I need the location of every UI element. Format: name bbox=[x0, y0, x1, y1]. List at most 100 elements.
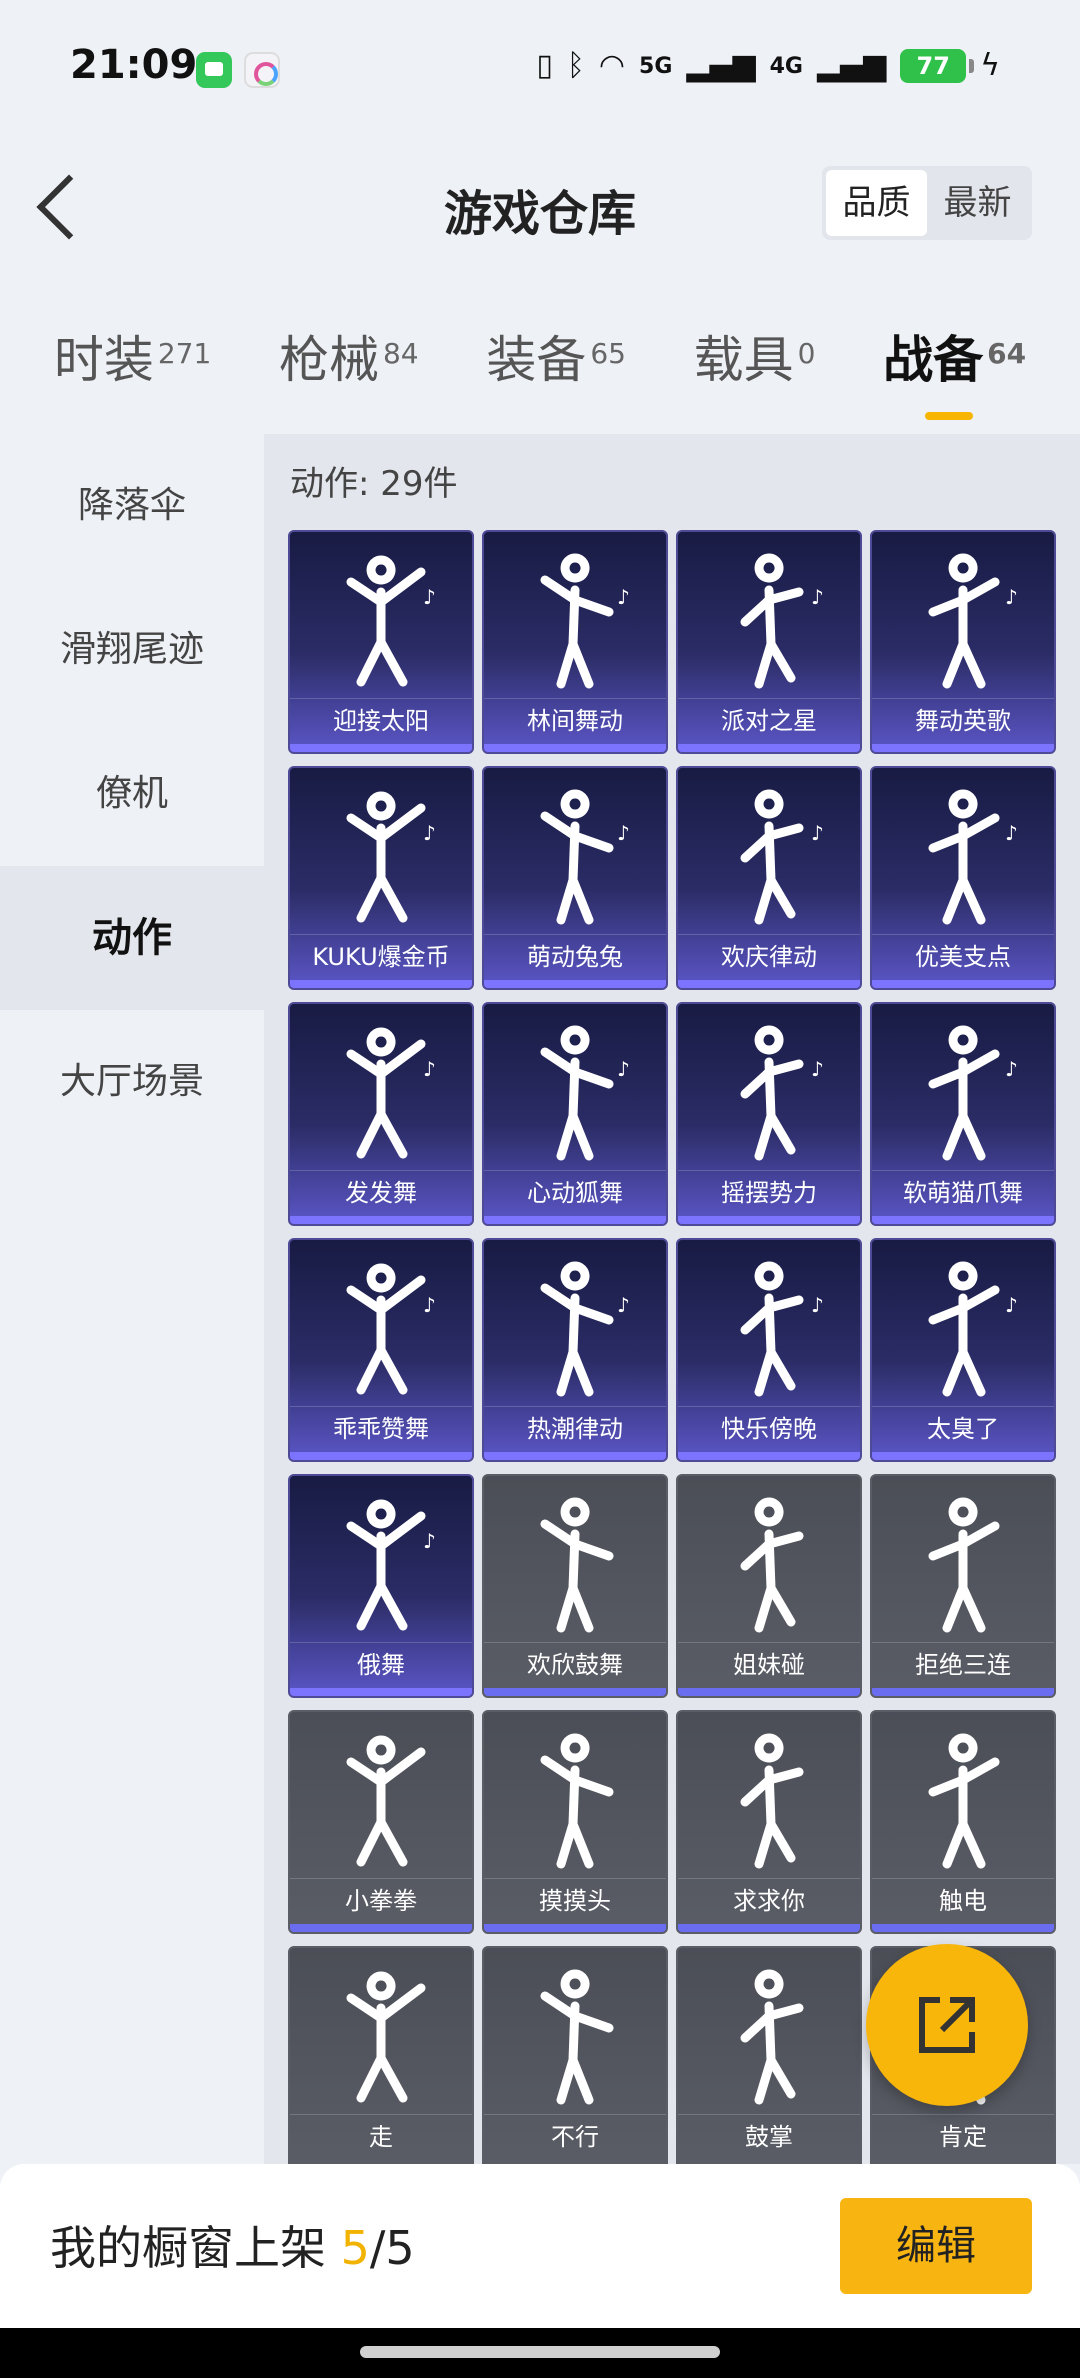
tab-count: 84 bbox=[382, 337, 419, 370]
emote-pose-icon: ♪ bbox=[540, 1261, 630, 1397]
card-bottom-stripe bbox=[678, 1216, 860, 1224]
emote-pose-icon: ♪ bbox=[928, 553, 1018, 689]
card-bottom-stripe bbox=[484, 1688, 666, 1696]
emote-card[interactable]: ♪ 乖乖赞舞 bbox=[288, 1238, 474, 1462]
music-note-icon: ♪ bbox=[811, 821, 824, 845]
vibrate-icon: ▯ bbox=[536, 48, 553, 83]
emote-pose-icon: ♪ bbox=[740, 553, 824, 689]
emote-card[interactable]: 鼓掌 bbox=[676, 1946, 862, 2164]
emote-card[interactable]: ♪ 心动狐舞 bbox=[482, 1002, 668, 1226]
emote-label: 拒绝三连 bbox=[872, 1642, 1054, 1686]
tab-count: 65 bbox=[590, 337, 626, 370]
emote-label: 发发舞 bbox=[290, 1170, 472, 1214]
tab-count: 64 bbox=[987, 337, 1027, 370]
sidebar-item-wingman[interactable]: 僚机 bbox=[0, 722, 264, 866]
shelf-current: 5 bbox=[340, 2221, 370, 2275]
emote-card[interactable]: ♪ 软萌猫爪舞 bbox=[870, 1002, 1056, 1226]
emote-card[interactable]: ♪ 派对之星 bbox=[676, 530, 862, 754]
emote-card[interactable]: 走 bbox=[288, 1946, 474, 2164]
emote-card[interactable]: ♪ 迎接太阳 bbox=[288, 530, 474, 754]
wifi-icon: ◠ bbox=[598, 48, 626, 83]
emote-card[interactable]: 姐妹碰 bbox=[676, 1474, 862, 1698]
emote-pose-icon: ♪ bbox=[740, 789, 824, 925]
emote-card[interactable]: ♪ 欢庆律动 bbox=[676, 766, 862, 990]
music-note-icon: ♪ bbox=[811, 585, 824, 609]
emote-card[interactable]: 摸摸头 bbox=[482, 1710, 668, 1934]
tab-guns[interactable]: 枪械 84 bbox=[279, 310, 419, 410]
emote-card[interactable]: 不行 bbox=[482, 1946, 668, 2164]
sidebar-item-emotes[interactable]: 动作 bbox=[0, 866, 264, 1010]
sidebar-item-lobby-scene[interactable]: 大厅场景 bbox=[0, 1010, 264, 1154]
card-bottom-stripe bbox=[872, 1216, 1054, 1224]
emote-card[interactable]: ♪ 优美支点 bbox=[870, 766, 1056, 990]
shelf-label: 我的橱窗上架 bbox=[50, 2221, 341, 2275]
sort-option-newest[interactable]: 最新 bbox=[927, 170, 1028, 236]
home-gesture-handle[interactable] bbox=[360, 2346, 720, 2358]
bottom-bar: 我的橱窗上架 5/5 编辑 bbox=[0, 2164, 1080, 2328]
header: 游戏仓库 品质 最新 bbox=[0, 150, 1080, 260]
emote-card[interactable]: 触电 bbox=[870, 1710, 1056, 1934]
emote-card[interactable]: 求求你 bbox=[676, 1710, 862, 1934]
card-bottom-stripe bbox=[484, 1452, 666, 1460]
charging-icon: ϟ bbox=[980, 48, 1000, 83]
card-bottom-stripe bbox=[290, 980, 472, 988]
emote-label: 求求你 bbox=[678, 1878, 860, 1922]
emote-card[interactable]: 小拳拳 bbox=[288, 1710, 474, 1934]
emote-label: 欢庆律动 bbox=[678, 934, 860, 978]
emote-card[interactable]: 欢欣鼓舞 bbox=[482, 1474, 668, 1698]
edit-button[interactable]: 编辑 bbox=[840, 2198, 1032, 2294]
music-note-icon: ♪ bbox=[423, 1293, 436, 1317]
card-bottom-stripe bbox=[872, 980, 1054, 988]
emote-card[interactable]: ♪ 舞动英歌 bbox=[870, 530, 1056, 754]
emote-card[interactable]: ♪ KUKU爆金币 bbox=[288, 766, 474, 990]
tab-equipment[interactable]: 装备 65 bbox=[486, 310, 626, 410]
tab-label: 战备 bbox=[883, 331, 984, 389]
emote-pose-icon: ♪ bbox=[740, 1261, 824, 1397]
emote-card[interactable]: ♪ 快乐傍晚 bbox=[676, 1238, 862, 1462]
emote-card[interactable]: ♪ 发发舞 bbox=[288, 1002, 474, 1226]
music-note-icon: ♪ bbox=[423, 585, 436, 609]
sidebar-item-parachute[interactable]: 降落伞 bbox=[0, 434, 264, 578]
emote-pose-icon: ♪ bbox=[928, 789, 1018, 925]
game-app-icon bbox=[244, 52, 280, 88]
tab-fashion[interactable]: 时装 271 bbox=[54, 310, 211, 410]
emote-card[interactable]: ♪ 俄舞 bbox=[288, 1474, 474, 1698]
tab-combat-prep[interactable]: 战备 64 bbox=[883, 310, 1027, 420]
sort-option-quality[interactable]: 品质 bbox=[826, 170, 927, 236]
emote-card[interactable]: ♪ 萌动兔兔 bbox=[482, 766, 668, 990]
card-bottom-stripe bbox=[290, 1924, 472, 1932]
emote-label: 优美支点 bbox=[872, 934, 1054, 978]
emote-pose-icon bbox=[928, 1497, 1000, 1633]
card-bottom-stripe bbox=[290, 1216, 472, 1224]
emote-pose-icon: ♪ bbox=[346, 555, 436, 687]
music-note-icon: ♪ bbox=[1005, 585, 1018, 609]
emote-pose-icon: ♪ bbox=[346, 1027, 436, 1159]
card-bottom-stripe bbox=[872, 1452, 1054, 1460]
emote-pose-icon: ♪ bbox=[928, 1025, 1018, 1161]
emote-label: 快乐傍晚 bbox=[678, 1406, 860, 1450]
sort-toggle[interactable]: 品质 最新 bbox=[822, 166, 1032, 240]
tab-label: 枪械 bbox=[278, 331, 379, 389]
card-bottom-stripe bbox=[872, 1924, 1054, 1932]
emote-card[interactable]: 拒绝三连 bbox=[870, 1474, 1056, 1698]
bluetooth-icon: ᛒ bbox=[566, 48, 585, 83]
sidebar-item-glide-trail[interactable]: 滑翔尾迹 bbox=[0, 578, 264, 722]
emote-pose-icon bbox=[540, 1497, 614, 1633]
emote-card[interactable]: ♪ 太臭了 bbox=[870, 1238, 1056, 1462]
tab-label: 时装 bbox=[53, 331, 154, 389]
card-bottom-stripe bbox=[484, 980, 666, 988]
emote-card[interactable]: ♪ 热潮律动 bbox=[482, 1238, 668, 1462]
card-bottom-stripe bbox=[678, 1452, 860, 1460]
emote-label: 林间舞动 bbox=[484, 698, 666, 742]
emote-label: 迎接太阳 bbox=[290, 698, 472, 742]
music-note-icon: ♪ bbox=[617, 585, 630, 609]
card-bottom-stripe bbox=[290, 1688, 472, 1696]
emote-label: 软萌猫爪舞 bbox=[872, 1170, 1054, 1214]
share-fab-button[interactable] bbox=[866, 1944, 1028, 2106]
music-note-icon: ♪ bbox=[617, 1057, 630, 1081]
item-grid: ♪ 迎接太阳 ♪ 林间舞动 ♪ 派对之星 ♪ 舞动英歌 ♪ KUKU爆金币 ♪ 萌动兔兔 ♪ 欢庆律动 ♪ 优… bbox=[288, 530, 1072, 2164]
emote-card[interactable]: ♪ 林间舞动 bbox=[482, 530, 668, 754]
tab-vehicles[interactable]: 载具 0 bbox=[694, 310, 816, 410]
emote-card[interactable]: ♪ 摇摆势力 bbox=[676, 1002, 862, 1226]
system-icons: ▯ ᛒ ◠ 5G ▂▄▆ 4G ▂▄▆ 77 ϟ bbox=[536, 44, 1000, 88]
